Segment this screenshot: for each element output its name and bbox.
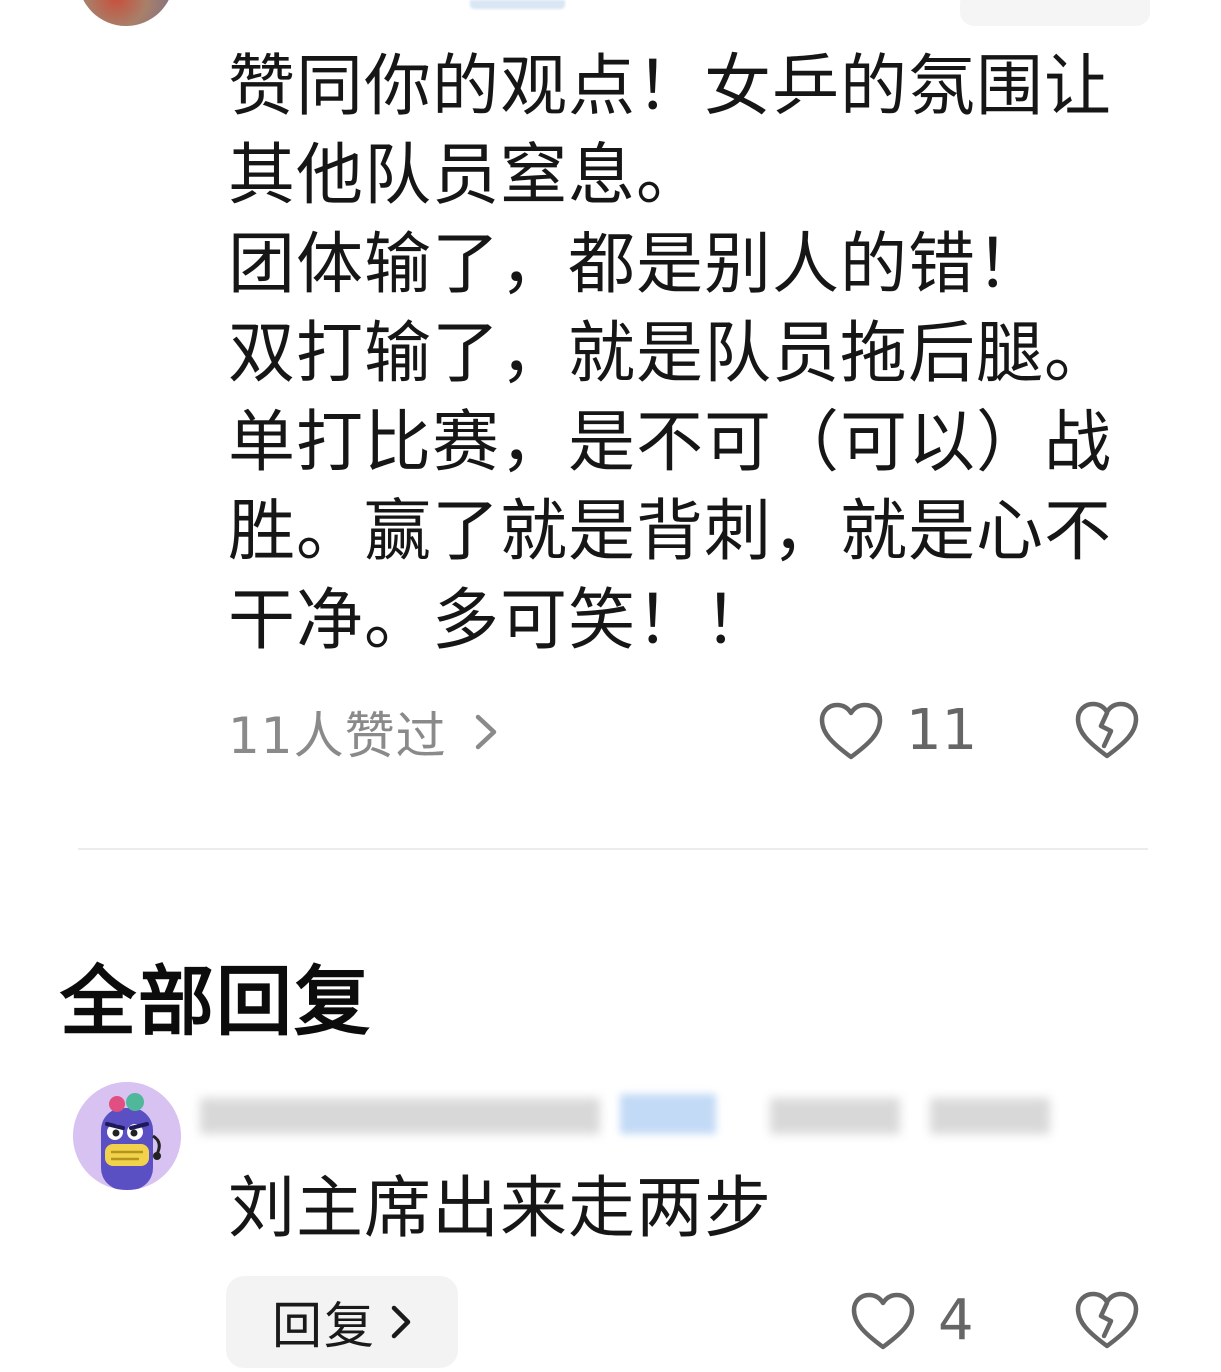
cartoon-avatar-icon xyxy=(73,1082,181,1190)
likers-label: 11人赞过 xyxy=(228,707,447,765)
reply-button[interactable]: 回复 xyxy=(226,1276,458,1368)
broken-heart-icon xyxy=(1075,701,1139,759)
section-title: 全部回复 xyxy=(60,957,372,1046)
comment-text: 赞同你的观点！女乒的氛围让 其他队员窒息。 团体输了，都是别人的错！ 双打输了，… xyxy=(228,47,1112,659)
reply-text: 刘主席出来走两步 xyxy=(228,1169,772,1247)
section-divider xyxy=(78,848,1148,850)
comment-author-avatar[interactable] xyxy=(78,0,174,26)
dislike-button[interactable] xyxy=(1074,700,1140,760)
chevron-right-icon xyxy=(475,714,496,750)
reply-like-button[interactable]: 4 xyxy=(850,1288,974,1353)
likers-link[interactable]: 11人赞过 xyxy=(228,700,499,765)
header-pill[interactable] xyxy=(960,0,1150,26)
like-button[interactable]: 11 xyxy=(818,698,977,763)
heart-outline-icon xyxy=(819,702,883,759)
like-count: 11 xyxy=(906,698,978,763)
broken-heart-icon xyxy=(1075,1291,1139,1349)
heart-outline-icon xyxy=(851,1292,915,1349)
reply-author-meta-redacted xyxy=(190,1078,1060,1156)
reply-button-label: 回复 xyxy=(272,1297,376,1355)
reply-author-avatar[interactable] xyxy=(73,1082,181,1190)
chevron-right-icon xyxy=(391,1305,411,1339)
reply-like-count: 4 xyxy=(938,1288,974,1353)
comment-author-name-redacted xyxy=(470,0,565,9)
reply-dislike-button[interactable] xyxy=(1074,1290,1140,1350)
